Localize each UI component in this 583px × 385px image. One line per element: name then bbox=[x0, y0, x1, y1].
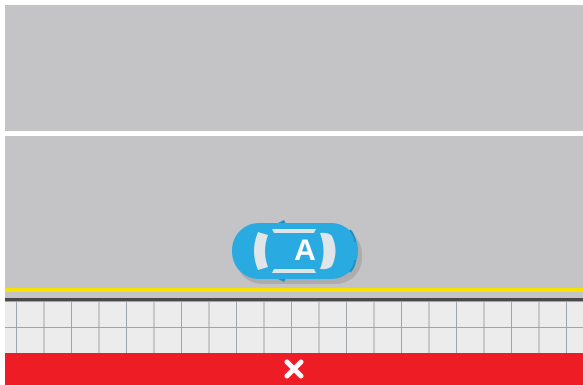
road-lane-top bbox=[5, 5, 583, 131]
car-label: A bbox=[294, 234, 316, 267]
close-icon bbox=[284, 359, 304, 379]
cancel-button[interactable] bbox=[5, 353, 583, 385]
sidewalk bbox=[5, 301, 583, 353]
car-a[interactable]: A bbox=[228, 218, 362, 286]
